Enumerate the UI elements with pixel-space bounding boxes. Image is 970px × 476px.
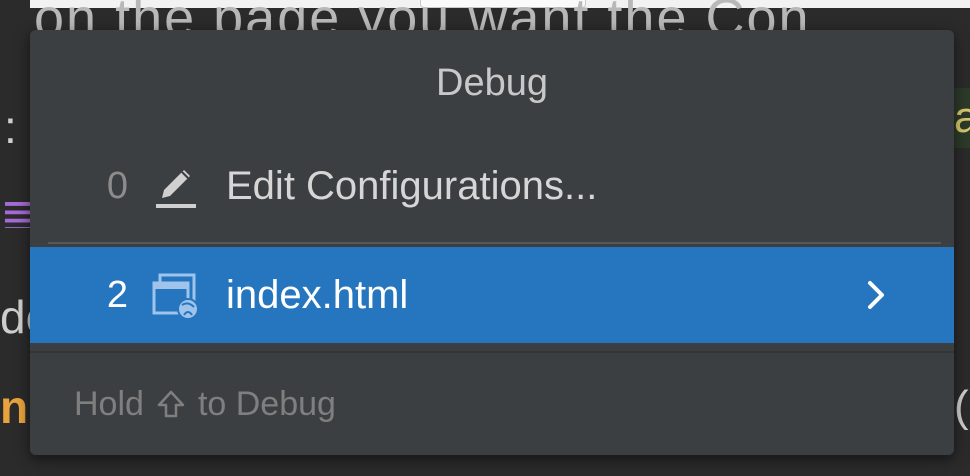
browser-config-icon bbox=[152, 273, 199, 320]
pencil-icon bbox=[156, 170, 196, 208]
chevron-right-icon[interactable] bbox=[856, 275, 896, 315]
popup-footer-hint: Hold to Debug bbox=[30, 351, 954, 455]
screen: t on the page you want the Con : ≣ de n … bbox=[0, 0, 970, 476]
debug-popup: Debug 0 Edit Configurations... 2 index.h… bbox=[30, 30, 954, 455]
menu-separator bbox=[48, 242, 941, 244]
menu-item-edit-configurations[interactable]: 0 Edit Configurations... bbox=[30, 136, 954, 236]
popup-title: Debug bbox=[30, 30, 954, 132]
editor-fragment: a bbox=[954, 88, 970, 148]
menu-item-label: Edit Configurations... bbox=[226, 163, 598, 208]
shift-key-icon bbox=[157, 390, 185, 418]
editor-fragment: ≣ bbox=[0, 192, 30, 228]
editor-fragment: : bbox=[4, 101, 17, 153]
footer-prefix: Hold bbox=[74, 384, 144, 423]
menu-item-label: index.html bbox=[226, 272, 409, 317]
footer-suffix: to Debug bbox=[197, 384, 336, 423]
menu-item-index-html[interactable]: 2 index.html bbox=[30, 247, 954, 343]
mnemonic-number: 2 bbox=[106, 273, 128, 316]
editor-fragment: n bbox=[0, 381, 29, 433]
editor-fragment: ( bbox=[954, 384, 969, 430]
mnemonic-number: 0 bbox=[106, 164, 128, 207]
underlying-page-text: t on the page you want the Con bbox=[0, 0, 811, 34]
